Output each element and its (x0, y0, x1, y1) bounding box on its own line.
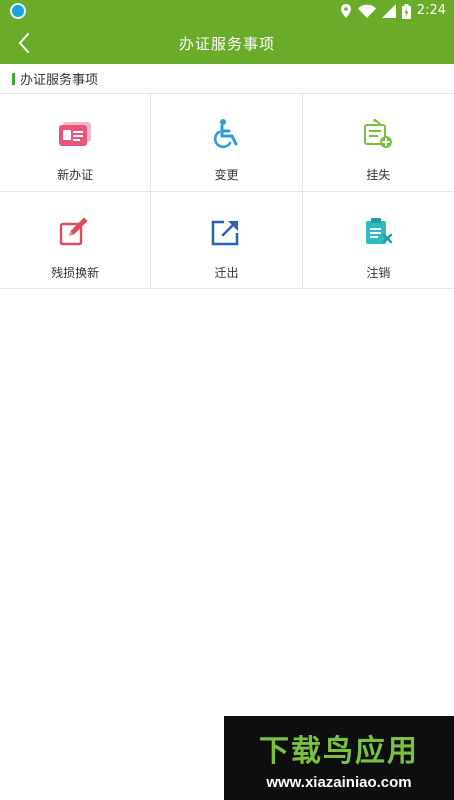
service-grid: 新办证 变更 挂失 残损换新 迁出 注销 (0, 94, 454, 289)
section-header: 办证服务事项 (0, 64, 454, 94)
service-new-certificate[interactable]: 新办证 (0, 94, 152, 192)
status-time: 2:24 (416, 3, 446, 18)
wheelchair-icon (214, 119, 238, 149)
edit-icon (59, 217, 88, 245)
service-replace-damaged[interactable]: 残损换新 (0, 191, 152, 289)
chevron-left-icon (18, 33, 29, 53)
back-button[interactable] (6, 22, 42, 64)
app-bar: 办证服务事项 (0, 22, 454, 64)
service-report-loss[interactable]: 挂失 (302, 94, 454, 192)
section-marker (12, 72, 15, 85)
section-title: 办证服务事项 (20, 73, 99, 88)
service-label: 挂失 (366, 168, 391, 182)
service-label: 新办证 (57, 168, 94, 182)
status-bar: 2:24 (0, 0, 454, 22)
service-move-out[interactable]: 迁出 (151, 191, 303, 289)
app-notification-icon (10, 3, 26, 19)
watermark-url: www.xiazainiao.com (266, 773, 412, 791)
location-icon (340, 4, 351, 18)
cancel-clipboard-icon (366, 217, 393, 244)
move-out-icon (212, 220, 239, 245)
wifi-icon (357, 4, 376, 18)
service-change[interactable]: 变更 (151, 94, 303, 192)
service-cancel[interactable]: 注销 (302, 191, 454, 289)
report-loss-icon (364, 118, 393, 148)
service-label: 变更 (214, 168, 239, 182)
service-label: 注销 (366, 265, 391, 280)
watermark: 下载鸟应用 www.xiazainiao.com (224, 716, 454, 800)
signal-icon (381, 4, 396, 18)
watermark-brand: 下载鸟应用 (259, 733, 419, 769)
page-title: 办证服务事项 (178, 34, 275, 53)
battery-icon (401, 3, 411, 19)
service-label: 迁出 (214, 265, 239, 280)
id-card-icon (59, 122, 92, 146)
service-label: 残损换新 (51, 265, 100, 280)
